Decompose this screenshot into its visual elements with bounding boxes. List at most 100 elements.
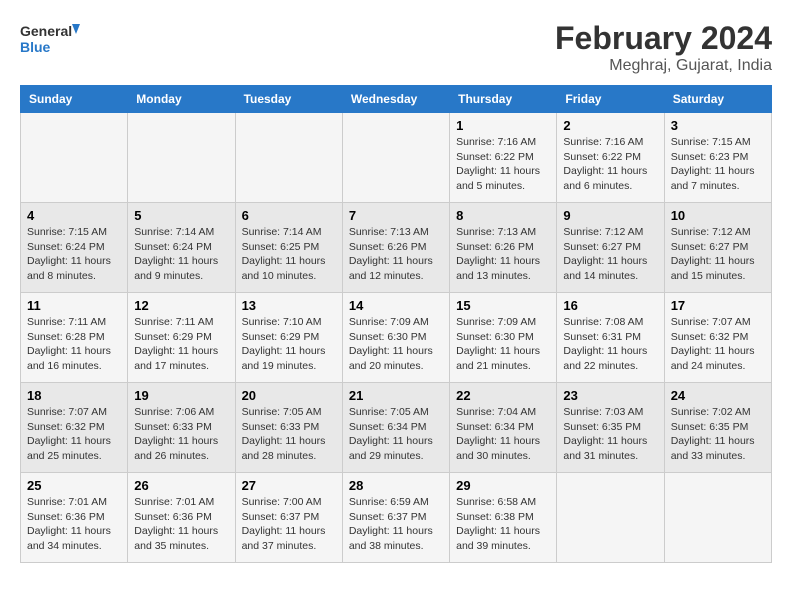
day-info: Sunrise: 7:13 AM Sunset: 6:26 PM Dayligh… bbox=[349, 225, 443, 284]
calendar-cell: 11 Sunrise: 7:11 AM Sunset: 6:28 PM Dayli… bbox=[21, 293, 128, 383]
calendar-cell: 2 Sunrise: 7:16 AM Sunset: 6:22 PM Daylig… bbox=[557, 113, 664, 203]
day-number: 14 bbox=[349, 298, 443, 313]
day-info: Sunrise: 7:07 AM Sunset: 6:32 PM Dayligh… bbox=[27, 405, 121, 464]
calendar-cell: 3 Sunrise: 7:15 AM Sunset: 6:23 PM Daylig… bbox=[664, 113, 771, 203]
calendar-cell: 5Sunrise: 7:14 AM Sunset: 6:24 PM Daylig… bbox=[128, 203, 235, 293]
header-cell-thursday: Thursday bbox=[450, 86, 557, 113]
calendar-cell: 14Sunrise: 7:09 AM Sunset: 6:30 PM Dayli… bbox=[342, 293, 449, 383]
day-number: 28 bbox=[349, 478, 443, 493]
logo: General Blue bbox=[20, 20, 80, 60]
calendar-cell: 9 Sunrise: 7:12 AM Sunset: 6:27 PM Daylig… bbox=[557, 203, 664, 293]
calendar-cell: 19Sunrise: 7:06 AM Sunset: 6:33 PM Dayli… bbox=[128, 383, 235, 473]
calendar-cell: 29Sunrise: 6:58 AM Sunset: 6:38 PM Dayli… bbox=[450, 473, 557, 563]
svg-text:General: General bbox=[20, 23, 72, 39]
calendar-cell: 16 Sunrise: 7:08 AM Sunset: 6:31 PM Dayli… bbox=[557, 293, 664, 383]
day-info: Sunrise: 7:05 AM Sunset: 6:34 PM Dayligh… bbox=[349, 405, 443, 464]
logo-svg: General Blue bbox=[20, 20, 80, 60]
day-info: Sunrise: 7:12 AM Sunset: 6:27 PM Dayligh… bbox=[671, 225, 765, 284]
day-number: 11 bbox=[27, 298, 121, 313]
day-info: Sunrise: 6:59 AM Sunset: 6:37 PM Dayligh… bbox=[349, 495, 443, 554]
day-info: Sunrise: 7:14 AM Sunset: 6:24 PM Dayligh… bbox=[134, 225, 228, 284]
day-number: 8 bbox=[456, 208, 550, 223]
day-number: 18 bbox=[27, 388, 121, 403]
calendar-cell: 26Sunrise: 7:01 AM Sunset: 6:36 PM Dayli… bbox=[128, 473, 235, 563]
calendar-cell: 10Sunrise: 7:12 AM Sunset: 6:27 PM Dayli… bbox=[664, 203, 771, 293]
day-number: 29 bbox=[456, 478, 550, 493]
header-cell-tuesday: Tuesday bbox=[235, 86, 342, 113]
day-number: 3 bbox=[671, 118, 765, 133]
week-row-5: 25Sunrise: 7:01 AM Sunset: 6:36 PM Dayli… bbox=[21, 473, 772, 563]
sub-title: Meghraj, Gujarat, India bbox=[555, 57, 772, 75]
day-info: Sunrise: 7:11 AM Sunset: 6:28 PM Dayligh… bbox=[27, 315, 121, 374]
calendar-cell: 8 Sunrise: 7:13 AM Sunset: 6:26 PM Daylig… bbox=[450, 203, 557, 293]
day-number: 16 bbox=[563, 298, 657, 313]
day-info: Sunrise: 7:15 AM Sunset: 6:23 PM Dayligh… bbox=[671, 135, 765, 194]
day-number: 22 bbox=[456, 388, 550, 403]
calendar-cell: 4 Sunrise: 7:15 AM Sunset: 6:24 PM Daylig… bbox=[21, 203, 128, 293]
day-info: Sunrise: 7:12 AM Sunset: 6:27 PM Dayligh… bbox=[563, 225, 657, 284]
day-number: 7 bbox=[349, 208, 443, 223]
calendar-table: SundayMondayTuesdayWednesdayThursdayFrid… bbox=[20, 85, 772, 563]
calendar-cell: 1 Sunrise: 7:16 AM Sunset: 6:22 PM Daylig… bbox=[450, 113, 557, 203]
calendar-cell: 18 Sunrise: 7:07 AM Sunset: 6:32 PM Dayli… bbox=[21, 383, 128, 473]
header-row: SundayMondayTuesdayWednesdayThursdayFrid… bbox=[21, 86, 772, 113]
calendar-cell: 27 Sunrise: 7:00 AM Sunset: 6:37 PM Dayli… bbox=[235, 473, 342, 563]
calendar-cell: 13Sunrise: 7:10 AM Sunset: 6:29 PM Dayli… bbox=[235, 293, 342, 383]
calendar-cell: 23 Sunrise: 7:03 AM Sunset: 6:35 PM Dayli… bbox=[557, 383, 664, 473]
calendar-cell bbox=[342, 113, 449, 203]
day-info: Sunrise: 7:06 AM Sunset: 6:33 PM Dayligh… bbox=[134, 405, 228, 464]
day-info: Sunrise: 7:16 AM Sunset: 6:22 PM Dayligh… bbox=[563, 135, 657, 194]
week-row-1: 1 Sunrise: 7:16 AM Sunset: 6:22 PM Daylig… bbox=[21, 113, 772, 203]
day-info: Sunrise: 7:08 AM Sunset: 6:31 PM Dayligh… bbox=[563, 315, 657, 374]
calendar-cell: 6 Sunrise: 7:14 AM Sunset: 6:25 PM Daylig… bbox=[235, 203, 342, 293]
calendar-cell: 7 Sunrise: 7:13 AM Sunset: 6:26 PM Daylig… bbox=[342, 203, 449, 293]
header-cell-monday: Monday bbox=[128, 86, 235, 113]
day-info: Sunrise: 7:01 AM Sunset: 6:36 PM Dayligh… bbox=[27, 495, 121, 554]
calendar-cell: 24 Sunrise: 7:02 AM Sunset: 6:35 PM Dayli… bbox=[664, 383, 771, 473]
day-info: Sunrise: 7:05 AM Sunset: 6:33 PM Dayligh… bbox=[242, 405, 336, 464]
header-cell-sunday: Sunday bbox=[21, 86, 128, 113]
day-info: Sunrise: 7:15 AM Sunset: 6:24 PM Dayligh… bbox=[27, 225, 121, 284]
day-info: Sunrise: 7:01 AM Sunset: 6:36 PM Dayligh… bbox=[134, 495, 228, 554]
day-number: 6 bbox=[242, 208, 336, 223]
calendar-cell: 20 Sunrise: 7:05 AM Sunset: 6:33 PM Dayli… bbox=[235, 383, 342, 473]
calendar-cell bbox=[557, 473, 664, 563]
day-number: 24 bbox=[671, 388, 765, 403]
day-number: 20 bbox=[242, 388, 336, 403]
week-row-4: 18 Sunrise: 7:07 AM Sunset: 6:32 PM Dayli… bbox=[21, 383, 772, 473]
day-number: 27 bbox=[242, 478, 336, 493]
calendar-cell: 21 Sunrise: 7:05 AM Sunset: 6:34 PM Dayli… bbox=[342, 383, 449, 473]
header-cell-wednesday: Wednesday bbox=[342, 86, 449, 113]
calendar-cell: 12 Sunrise: 7:11 AM Sunset: 6:29 PM Dayli… bbox=[128, 293, 235, 383]
day-number: 9 bbox=[563, 208, 657, 223]
day-info: Sunrise: 7:11 AM Sunset: 6:29 PM Dayligh… bbox=[134, 315, 228, 374]
day-number: 1 bbox=[456, 118, 550, 133]
day-number: 23 bbox=[563, 388, 657, 403]
calendar-cell: 22Sunrise: 7:04 AM Sunset: 6:34 PM Dayli… bbox=[450, 383, 557, 473]
day-number: 13 bbox=[242, 298, 336, 313]
header: General Blue February 2024 Meghraj, Guja… bbox=[20, 20, 772, 75]
calendar-cell: 17Sunrise: 7:07 AM Sunset: 6:32 PM Dayli… bbox=[664, 293, 771, 383]
calendar-cell bbox=[235, 113, 342, 203]
day-number: 17 bbox=[671, 298, 765, 313]
day-info: Sunrise: 7:13 AM Sunset: 6:26 PM Dayligh… bbox=[456, 225, 550, 284]
day-info: Sunrise: 7:14 AM Sunset: 6:25 PM Dayligh… bbox=[242, 225, 336, 284]
svg-text:Blue: Blue bbox=[20, 39, 51, 55]
calendar-cell: 25Sunrise: 7:01 AM Sunset: 6:36 PM Dayli… bbox=[21, 473, 128, 563]
day-number: 12 bbox=[134, 298, 228, 313]
calendar-cell: 28 Sunrise: 6:59 AM Sunset: 6:37 PM Dayli… bbox=[342, 473, 449, 563]
day-number: 15 bbox=[456, 298, 550, 313]
day-info: Sunrise: 7:03 AM Sunset: 6:35 PM Dayligh… bbox=[563, 405, 657, 464]
day-info: Sunrise: 7:16 AM Sunset: 6:22 PM Dayligh… bbox=[456, 135, 550, 194]
day-number: 21 bbox=[349, 388, 443, 403]
day-info: Sunrise: 7:09 AM Sunset: 6:30 PM Dayligh… bbox=[456, 315, 550, 374]
calendar-cell bbox=[128, 113, 235, 203]
day-number: 2 bbox=[563, 118, 657, 133]
calendar-cell bbox=[21, 113, 128, 203]
day-number: 4 bbox=[27, 208, 121, 223]
day-info: Sunrise: 7:02 AM Sunset: 6:35 PM Dayligh… bbox=[671, 405, 765, 464]
day-info: Sunrise: 7:00 AM Sunset: 6:37 PM Dayligh… bbox=[242, 495, 336, 554]
title-area: February 2024 Meghraj, Gujarat, India bbox=[555, 20, 772, 75]
week-row-2: 4 Sunrise: 7:15 AM Sunset: 6:24 PM Daylig… bbox=[21, 203, 772, 293]
calendar-cell: 15 Sunrise: 7:09 AM Sunset: 6:30 PM Dayli… bbox=[450, 293, 557, 383]
